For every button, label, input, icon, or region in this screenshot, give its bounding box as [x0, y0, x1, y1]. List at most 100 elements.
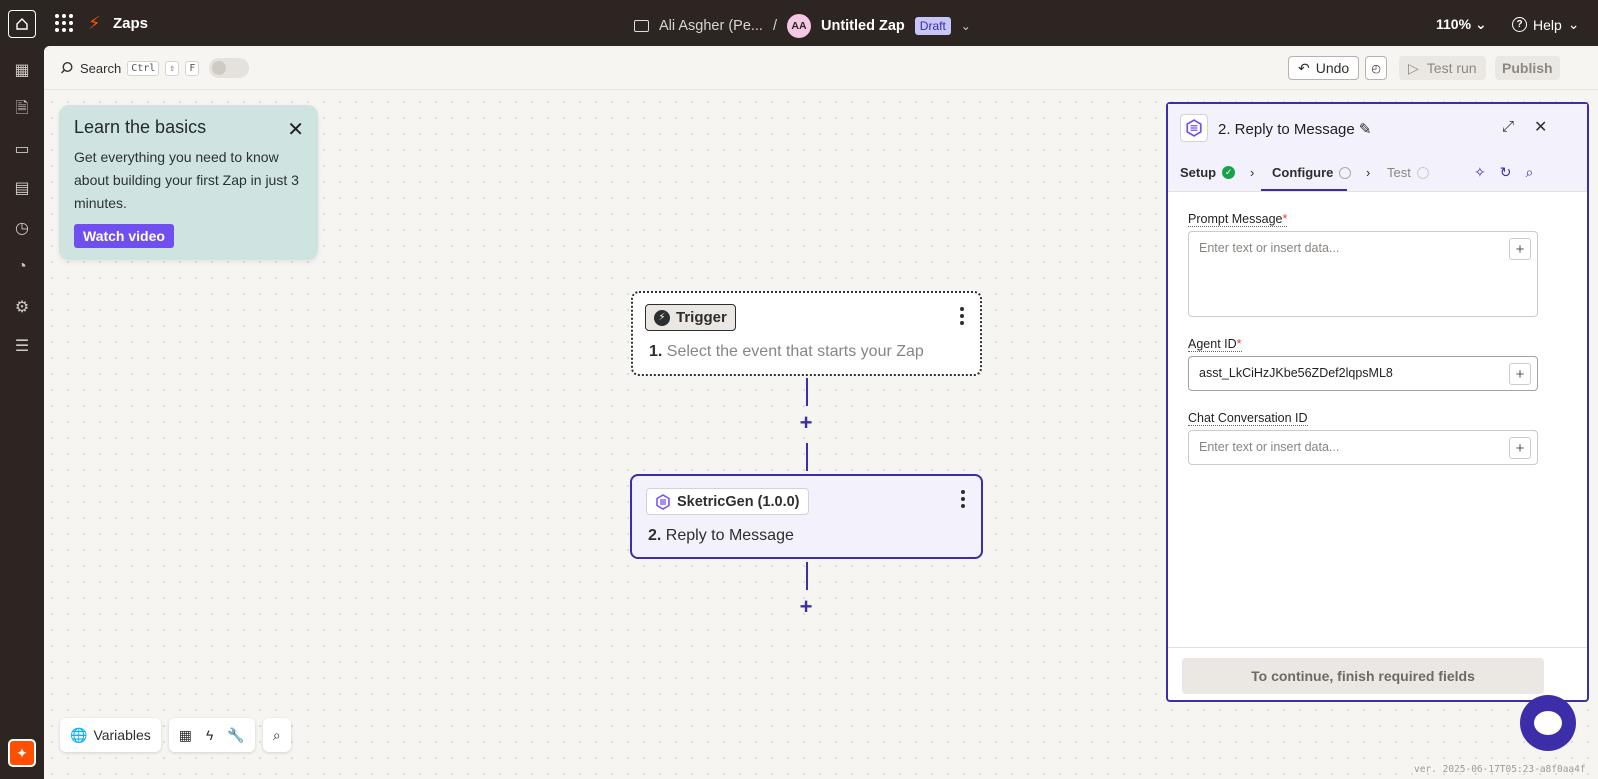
trigger-tag: ⚡ Trigger [645, 304, 736, 331]
zoom-dropdown[interactable]: 110% ⌄ [1436, 16, 1487, 33]
continue-button[interactable]: To continue, finish required fields [1182, 658, 1544, 694]
left-rail: ▦ 🗎 ▭ ▤ ◷ ◔ ⚙ ☰ ✦ [0, 46, 44, 779]
more-options-icon[interactable] [961, 490, 965, 508]
connector-line [806, 443, 808, 471]
publish-button[interactable]: Publish [1495, 56, 1560, 80]
ai-sparkle-icon[interactable]: ✧ [1474, 164, 1486, 181]
panel-footer: To continue, finish required fields [1168, 647, 1587, 702]
chat-icon[interactable]: ▭ [12, 139, 32, 159]
chat-conversation-id-field[interactable]: Enter text or insert data... + [1188, 430, 1538, 465]
add-step-icon[interactable]: + [796, 410, 816, 436]
test-run-button[interactable]: ▷ Test run [1399, 56, 1486, 80]
chat-conversation-id-label-text: Chat Conversation ID [1188, 411, 1308, 425]
action-description: 2. Reply to Message [648, 527, 794, 545]
layout-icon[interactable]: ▦ [179, 727, 192, 744]
ai-copilot-icon[interactable]: ✦ [8, 739, 36, 767]
agent-id-field[interactable]: asst_LkCiHzJKbe56ZDef2lqpsML8 + [1188, 356, 1538, 391]
shortcut-key: F [185, 60, 200, 76]
avatar[interactable]: AA [787, 14, 811, 38]
activity-icon[interactable]: ◔ [12, 257, 32, 277]
chevron-down-icon[interactable]: ⌄ [961, 19, 971, 33]
shortcut-key: ⇧ [165, 60, 180, 76]
home-icon[interactable] [8, 10, 36, 38]
step-editor-panel: 2. Reply to Message ✎ ⤢ ✕ Setup ✓ › Conf… [1166, 102, 1589, 702]
panel-title-text: 2. Reply to Message [1218, 121, 1355, 138]
canvas-toolbar: Search Ctrl ⇧ F ↶ Undo ◴ ▷ Test run Publ… [44, 46, 1598, 90]
insert-data-plus-icon[interactable]: + [1509, 437, 1531, 459]
panel-header: 2. Reply to Message ✎ ⤢ ✕ [1168, 104, 1587, 154]
canvas-tools: ▦ ϟ 🔧 [168, 718, 255, 752]
clock-icon [1416, 166, 1429, 179]
undo-icon: ↶ [1298, 59, 1310, 76]
chevron-right-icon: › [1366, 165, 1371, 180]
settings-icon[interactable]: ⚙ [12, 297, 32, 317]
panel-title[interactable]: 2. Reply to Message ✎ [1218, 120, 1372, 138]
required-marker: * [1236, 337, 1242, 351]
help-button[interactable]: ? Help ⌄ [1512, 16, 1580, 33]
close-icon[interactable]: ✕ [1534, 117, 1547, 137]
tab-configure-label: Configure [1272, 165, 1334, 180]
insert-data-plus-icon[interactable]: + [1509, 238, 1531, 260]
sketricgen-logo-icon [1180, 114, 1208, 142]
prompt-message-label-text: Prompt Message [1188, 212, 1283, 226]
sketricgen-logo-icon [656, 493, 670, 510]
breadcrumb-folder-owner[interactable]: Ali Asgher (Pe... [659, 18, 763, 34]
dashboard-icon[interactable]: ▦ [12, 60, 32, 80]
canvas-search-button[interactable]: ⌕ [262, 718, 291, 752]
connector-line [806, 562, 808, 590]
zap-file-icon[interactable]: 🗎 [12, 100, 32, 120]
check-circle-icon: ✓ [1222, 166, 1236, 179]
prompt-message-field[interactable]: Enter text or insert data... + [1188, 231, 1538, 317]
edit-pencil-icon[interactable]: ✎ [1359, 121, 1372, 138]
more-options-icon[interactable] [960, 307, 964, 325]
variables-button[interactable]: 🌐 Variables [60, 718, 161, 752]
agent-id-label: Agent ID* [1188, 337, 1242, 352]
tab-test[interactable]: Test [1387, 165, 1429, 180]
chat-bubble-icon [1534, 711, 1562, 735]
trigger-step-number: 1. [649, 343, 663, 360]
help-label: Help [1533, 16, 1562, 33]
support-chat-button[interactable] [1520, 695, 1576, 751]
expand-icon[interactable]: ⤢ [1502, 118, 1514, 135]
zap-canvas[interactable]: Search Ctrl ⇧ F ↶ Undo ◴ ▷ Test run Publ… [44, 46, 1598, 779]
search-icon[interactable]: ⌕ [1525, 164, 1533, 181]
layers-icon[interactable]: ☰ [12, 336, 32, 356]
action-step[interactable]: SketricGen (1.0.0) 2. Reply to Message [630, 474, 983, 559]
zaps-link[interactable]: Zaps [113, 15, 148, 32]
zoom-level: 110% [1436, 16, 1472, 32]
prompt-message-placeholder: Enter text or insert data... [1199, 241, 1340, 255]
pending-circle-icon [1339, 166, 1352, 179]
trigger-description: 1. Select the event that starts your Zap [649, 343, 924, 361]
calendar-icon[interactable]: ▤ [12, 178, 32, 198]
trigger-step[interactable]: ⚡ Trigger 1. Select the event that start… [631, 291, 982, 376]
agent-id-label-text: Agent ID [1188, 337, 1237, 351]
agent-id-value: asst_LkCiHzJKbe56ZDef2lqpsML8 [1199, 366, 1393, 380]
bolt-icon[interactable]: ϟ [206, 727, 213, 743]
close-icon[interactable]: ✕ [287, 117, 304, 142]
canvas-toggle[interactable] [209, 58, 250, 78]
help-icon: ? [1512, 17, 1527, 32]
refresh-icon[interactable]: ↻ [1500, 164, 1512, 181]
version-history-icon[interactable]: ◴ [1365, 56, 1387, 80]
watch-video-button[interactable]: Watch video [74, 224, 174, 248]
search-button[interactable]: Search Ctrl ⇧ F [60, 58, 250, 78]
bottom-toolbar: 🌐 Variables ▦ ϟ 🔧 ⌕ [60, 718, 291, 752]
shortcut-key: Ctrl [127, 60, 160, 76]
zap-title[interactable]: Untitled Zap [821, 18, 905, 34]
app-grid-icon[interactable] [55, 14, 73, 32]
action-app-tag: SketricGen (1.0.0) [646, 488, 809, 515]
breadcrumb-separator: / [772, 18, 777, 34]
tab-setup[interactable]: Setup ✓ [1180, 165, 1236, 180]
variables-label: Variables [93, 727, 151, 743]
undo-button[interactable]: ↶ Undo [1288, 56, 1360, 80]
play-icon: ▷ [1408, 59, 1419, 76]
trigger-bolt-icon: ⚡ [654, 309, 670, 326]
add-step-icon[interactable]: + [796, 594, 816, 620]
insert-data-plus-icon[interactable]: + [1509, 363, 1531, 385]
connector-line [806, 378, 808, 406]
action-step-number: 2. [648, 527, 662, 544]
tab-configure[interactable]: Configure [1272, 165, 1352, 180]
action-step-text: Reply to Message [665, 527, 794, 544]
history-icon[interactable]: ◷ [12, 218, 32, 238]
wrench-icon[interactable]: 🔧 [227, 727, 244, 744]
